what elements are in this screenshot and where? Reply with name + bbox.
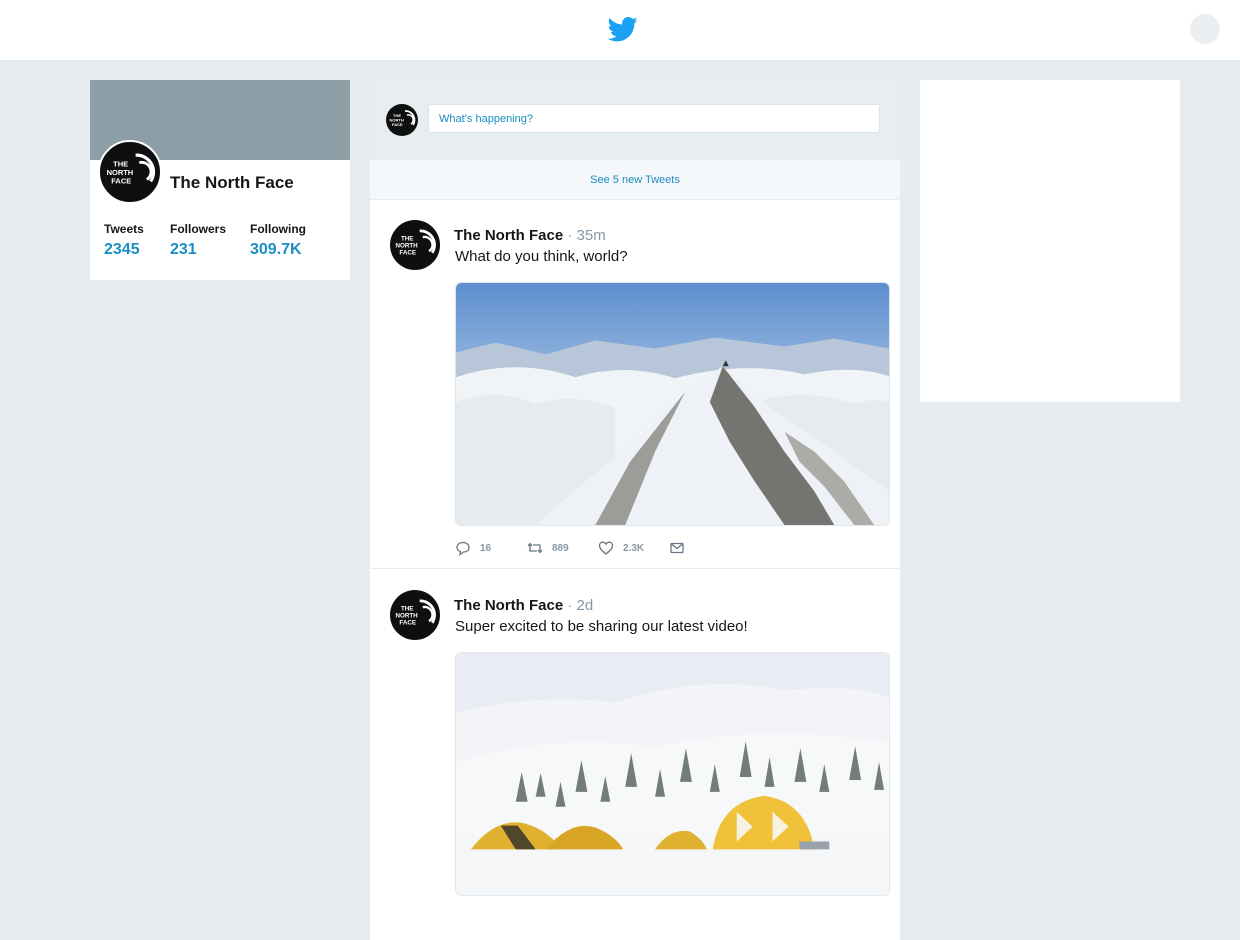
tweet: THE NORTH FACE The North Face · 35m What… [370, 200, 900, 568]
tweet-image-mountain[interactable] [455, 282, 890, 526]
avatar-text-3: FACE [111, 176, 131, 185]
tweet-timestamp[interactable]: · 2d [567, 597, 593, 614]
tweet-text: What do you think, world? [455, 248, 628, 265]
direct-message-button[interactable] [669, 540, 685, 556]
like-count: 2.3K [623, 542, 645, 554]
reply-count: 16 [480, 542, 492, 554]
see-new-tweets-button[interactable]: See 5 new Tweets [370, 160, 900, 200]
tweet-divider [370, 568, 900, 569]
heart-icon [598, 541, 614, 555]
tweet-author[interactable]: The North Face [454, 227, 563, 244]
svg-text:NORTH: NORTH [395, 612, 418, 619]
envelope-icon [670, 542, 684, 554]
reply-icon [456, 541, 470, 556]
like-button[interactable]: 2.3K [598, 540, 644, 556]
stat-label: Tweets [104, 222, 144, 236]
svg-text:FACE: FACE [392, 122, 403, 127]
svg-text:THE: THE [401, 605, 414, 612]
stat-value: 2345 [104, 241, 140, 258]
top-bar [0, 0, 1240, 60]
stat-followers[interactable]: Followers 231 [170, 222, 226, 259]
stat-value: 309.7K [250, 241, 302, 258]
compose-input[interactable] [428, 104, 880, 133]
compose-avatar: THE NORTH FACE [386, 104, 418, 136]
tweet-header: The North Face · 35m [454, 227, 606, 244]
reply-button[interactable]: 16 [455, 540, 491, 556]
stat-following[interactable]: Following 309.7K [250, 222, 306, 259]
tweet-author[interactable]: The North Face [454, 597, 563, 614]
svg-text:FACE: FACE [399, 619, 416, 626]
tweet-actions: 16 889 2.3K [455, 540, 755, 556]
twitter-bird-icon[interactable] [607, 14, 639, 44]
user-menu-avatar[interactable] [1190, 14, 1220, 44]
stat-value: 231 [170, 241, 197, 258]
svg-text:FACE: FACE [399, 249, 416, 256]
retweet-button[interactable]: 889 [527, 540, 569, 556]
stat-label: Following [250, 222, 306, 236]
tweet-header: The North Face · 2d [454, 597, 593, 614]
tweet: THE NORTH FACE The North Face · 2d Super… [370, 570, 900, 940]
profile-avatar[interactable]: THE NORTH FACE [98, 140, 162, 204]
tweet-avatar[interactable]: THE NORTH FACE [390, 590, 440, 640]
tweet-avatar[interactable]: THE NORTH FACE [390, 220, 440, 270]
stat-label: Followers [170, 222, 227, 236]
retweet-icon [527, 542, 543, 554]
svg-text:THE: THE [401, 235, 414, 242]
tweet-image-camp[interactable] [455, 652, 890, 896]
profile-name[interactable]: The North Face [170, 173, 294, 193]
retweet-count: 889 [552, 542, 569, 554]
profile-card: THE NORTH FACE The North Face Tweets 234… [90, 80, 350, 280]
stat-tweets[interactable]: Tweets 2345 [104, 222, 144, 259]
svg-text:NORTH: NORTH [395, 242, 418, 249]
tweet-text: Super excited to be sharing our latest v… [455, 618, 748, 635]
tweet-timestamp[interactable]: · 35m [567, 227, 605, 244]
compose-box: THE NORTH FACE [370, 80, 900, 160]
right-sidebar-panel [920, 80, 1180, 402]
timeline: THE NORTH FACE See 5 new Tweets THE NORT… [370, 80, 900, 940]
